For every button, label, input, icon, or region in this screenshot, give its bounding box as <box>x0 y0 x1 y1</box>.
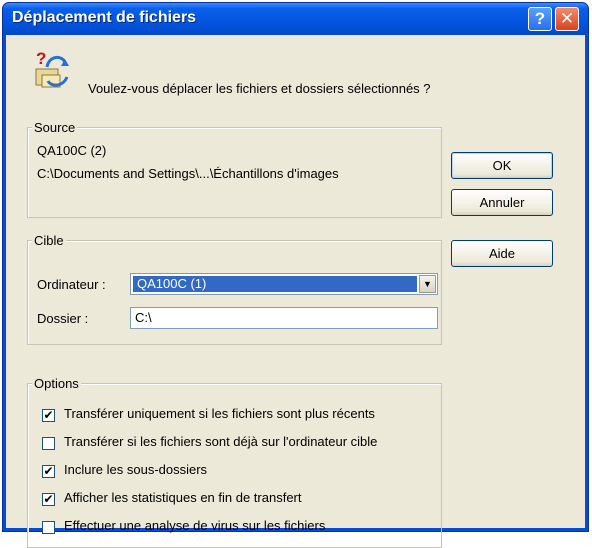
help-icon: ? <box>534 9 546 28</box>
options-legend: Options <box>32 376 81 391</box>
dossier-input[interactable]: C:\ <box>130 307 438 329</box>
option-label[interactable]: Afficher les statistiques en fin de tran… <box>64 490 302 505</box>
window-title: Déplacement de fichiers <box>12 9 197 26</box>
close-icon: ✕ <box>559 9 575 28</box>
option-label[interactable]: Transférer uniquement si les fichiers so… <box>64 406 375 421</box>
option-label[interactable]: Effectuer une analyse de virus sur les f… <box>64 518 325 533</box>
option-label[interactable]: Inclure les sous-dossiers <box>64 462 207 477</box>
dialog-body: ? Voulez-vous déplacer les fichiers et d… <box>6 35 585 548</box>
svg-text:?: ? <box>36 49 46 68</box>
help-dialog-button[interactable]: Aide <box>451 240 553 267</box>
source-legend: Source <box>32 120 78 135</box>
move-files-dialog: Déplacement de fichiers ? ✕ ? Voulez-vou… <box>2 2 589 548</box>
check-icon: ✔ <box>43 408 54 422</box>
chevron-down-icon[interactable]: ▼ <box>419 275 436 293</box>
ordinateur-value: QA100C (1) <box>133 276 417 292</box>
source-path: C:\Documents and Settings\...\Échantillo… <box>37 166 339 181</box>
question-move-icon: ? <box>35 49 69 88</box>
help-button[interactable]: ? <box>528 7 552 31</box>
ok-button[interactable]: OK <box>451 152 553 179</box>
question-text: Voulez-vous déplacer les fichiers et dos… <box>88 81 431 96</box>
cible-legend: Cible <box>32 233 66 248</box>
option-checkbox[interactable]: ✔ <box>42 465 55 478</box>
option-checkbox[interactable] <box>42 521 55 534</box>
dossier-label: Dossier : <box>37 311 89 326</box>
title-bar[interactable]: Déplacement de fichiers ? ✕ <box>3 3 588 35</box>
cancel-button[interactable]: Annuler <box>451 189 553 216</box>
check-icon: ✔ <box>43 464 54 478</box>
ordinateur-select[interactable]: QA100C (1) ▼ <box>130 273 438 295</box>
ordinateur-label: Ordinateur : <box>37 277 106 292</box>
check-icon: ✔ <box>43 492 54 506</box>
source-machine: QA100C (2) <box>37 143 107 158</box>
close-button[interactable]: ✕ <box>555 7 579 31</box>
option-checkbox[interactable]: ✔ <box>42 493 55 506</box>
option-checkbox[interactable] <box>42 437 55 450</box>
option-label[interactable]: Transférer si les fichiers sont déjà sur… <box>64 434 377 449</box>
option-checkbox[interactable]: ✔ <box>42 409 55 422</box>
